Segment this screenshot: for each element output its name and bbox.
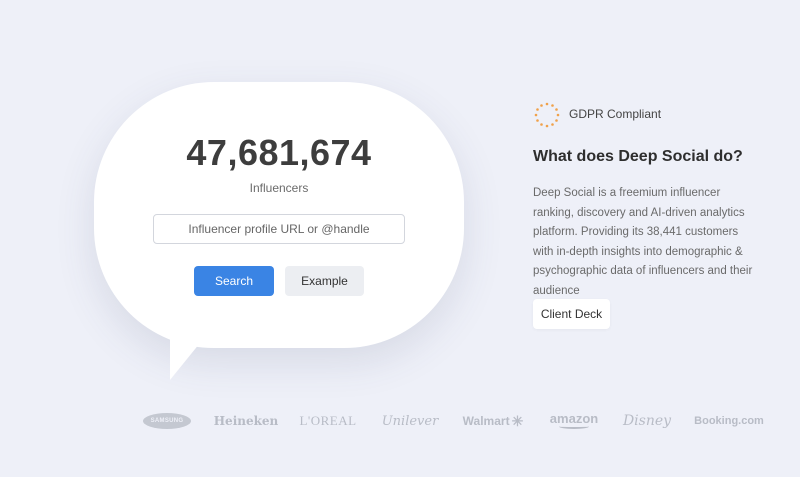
influencer-count-label: Influencers	[249, 181, 309, 195]
influencer-search-input[interactable]	[153, 214, 405, 244]
amazon-logo: amazon	[548, 406, 600, 436]
walmart-logo-text: Walmart	[462, 414, 510, 428]
eu-stars-icon	[534, 102, 560, 128]
booking-logo: Booking.com	[694, 415, 764, 427]
example-button[interactable]: Example	[285, 266, 364, 296]
loreal-logo: L'OREAL	[299, 413, 357, 428]
about-description: Deep Social is a freemium influencer ran…	[533, 187, 753, 297]
about-heading: What does Deep Social do?	[533, 148, 743, 165]
samsung-logo-text: SAMSUNG	[143, 413, 191, 429]
amazon-smile-icon	[559, 424, 589, 429]
speech-bubble-tail	[170, 338, 204, 380]
walmart-logo: Walmart ✳	[460, 406, 526, 436]
walmart-spark-icon: ✳	[511, 412, 524, 429]
client-logos-strip: SAMSUNG Heineken L'OREAL Unilever Walmar…	[130, 406, 770, 436]
samsung-logo: SAMSUNG	[142, 406, 192, 436]
disney-logo: Disney	[622, 413, 672, 429]
influencer-count: 47,681,674	[186, 132, 372, 173]
unilever-logo: Unilever	[381, 413, 439, 429]
heineken-logo: Heineken	[213, 414, 279, 428]
gdpr-compliant-label: GDPR Compliant	[569, 107, 662, 121]
search-button[interactable]: Search	[194, 266, 274, 296]
client-deck-button[interactable]: Client Deck	[533, 299, 610, 329]
